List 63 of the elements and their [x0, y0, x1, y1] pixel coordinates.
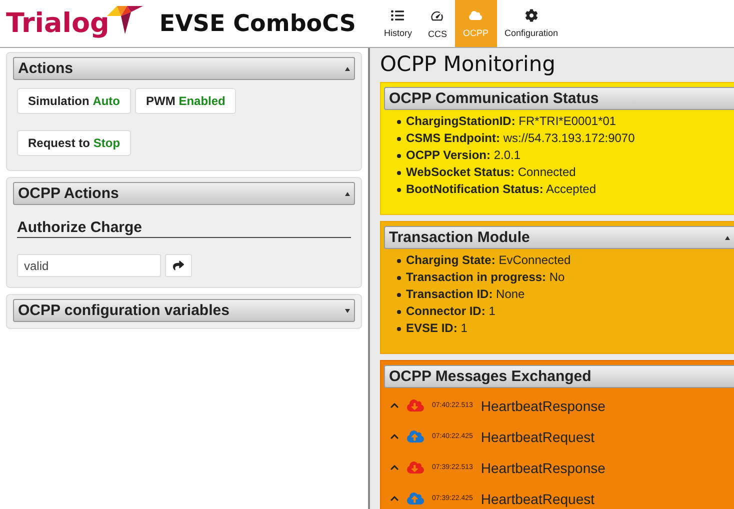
- panel-title: OCPP Actions: [18, 185, 119, 202]
- message-name[interactable]: HeartbeatRequest: [480, 490, 595, 506]
- expand-caret-icon: [345, 306, 350, 315]
- bullet-icon: [397, 326, 401, 330]
- bullet-icon: [397, 188, 401, 192]
- transaction-item: Connector ID: 1: [406, 303, 496, 320]
- expand-chevron-icon[interactable]: [390, 494, 399, 503]
- action-button[interactable]: Simulation Auto: [17, 88, 132, 114]
- share-arrow-icon: [173, 260, 184, 271]
- cloud-download-icon: [407, 459, 424, 476]
- nav-tab[interactable]: History: [376, 0, 420, 47]
- status-item: WebSocket Status: Connected: [406, 164, 577, 181]
- settings-icon: [524, 9, 538, 22]
- panel-title: Transaction Module: [389, 229, 530, 246]
- logo-icon: [107, 6, 144, 36]
- expand-chevron-icon[interactable]: [390, 432, 399, 441]
- expand-chevron-icon[interactable]: [390, 401, 399, 410]
- bullet-icon: [397, 276, 401, 280]
- send-button[interactable]: [165, 254, 192, 277]
- logo: Trialog: [6, 8, 110, 39]
- panel-header[interactable]: Actions: [13, 57, 355, 80]
- cloud-upload-icon: [407, 490, 424, 507]
- nav-tab[interactable]: Configuration: [496, 0, 566, 47]
- panel-header[interactable]: OCPP Messages Exchanged: [384, 365, 734, 388]
- input-field[interactable]: valid: [17, 254, 161, 277]
- page-heading: OCPP Monitoring: [380, 52, 556, 76]
- bullet-icon: [397, 310, 401, 314]
- transaction-item: Charging State: EvConnected: [406, 252, 572, 269]
- bullet-icon: [397, 258, 401, 262]
- status-item: ChargingStationID: FR*TRI*E0001*01: [406, 113, 618, 130]
- bullet-icon: [397, 120, 401, 124]
- panel-title: OCPP Communication Status: [389, 90, 599, 107]
- message-name[interactable]: HeartbeatRequest: [480, 428, 595, 444]
- action-button[interactable]: Request to Stop: [17, 130, 132, 156]
- panel-title: OCPP Messages Exchanged: [389, 368, 592, 385]
- app-title: EVSE ComboCS: [159, 10, 356, 36]
- status-item: OCPP Version: 2.0.1: [406, 147, 522, 164]
- bullet-icon: [397, 170, 401, 174]
- bullet-icon: [397, 154, 401, 158]
- transaction-item: Transaction in progress: No: [406, 269, 566, 286]
- panel-header[interactable]: OCPP configuration variables: [13, 299, 355, 322]
- message-name[interactable]: HeartbeatResponse: [480, 398, 606, 414]
- bullet-icon: [397, 136, 401, 140]
- message-name[interactable]: HeartbeatResponse: [480, 460, 606, 476]
- transaction-item: EVSE ID: 1: [406, 320, 468, 337]
- cloud-icon: [469, 9, 482, 22]
- section-heading: Authorize Charge: [17, 219, 351, 238]
- panel-header[interactable]: Transaction Module: [384, 226, 734, 249]
- expand-chevron-icon[interactable]: [390, 463, 399, 472]
- status-item: BootNotification Status: Accepted: [406, 181, 598, 198]
- status-item: CSMS Endpoint: ws://54.73.193.172:9070: [406, 130, 636, 147]
- panel-header[interactable]: OCPP Actions: [13, 182, 355, 205]
- list-icon: [391, 9, 404, 22]
- transaction-item: Transaction ID: None: [406, 286, 526, 303]
- panel-header[interactable]: OCPP Communication Status: [384, 87, 734, 110]
- nav-tab[interactable]: CCS: [420, 0, 455, 47]
- panel-title: Actions: [18, 60, 74, 77]
- cloud-download-icon: [407, 397, 424, 414]
- gauge-icon: [430, 8, 444, 22]
- panel-title: OCPP configuration variables: [18, 302, 230, 319]
- action-button[interactable]: PWM Enabled: [135, 88, 236, 114]
- bullet-icon: [397, 292, 401, 296]
- cloud-upload-icon: [407, 428, 424, 445]
